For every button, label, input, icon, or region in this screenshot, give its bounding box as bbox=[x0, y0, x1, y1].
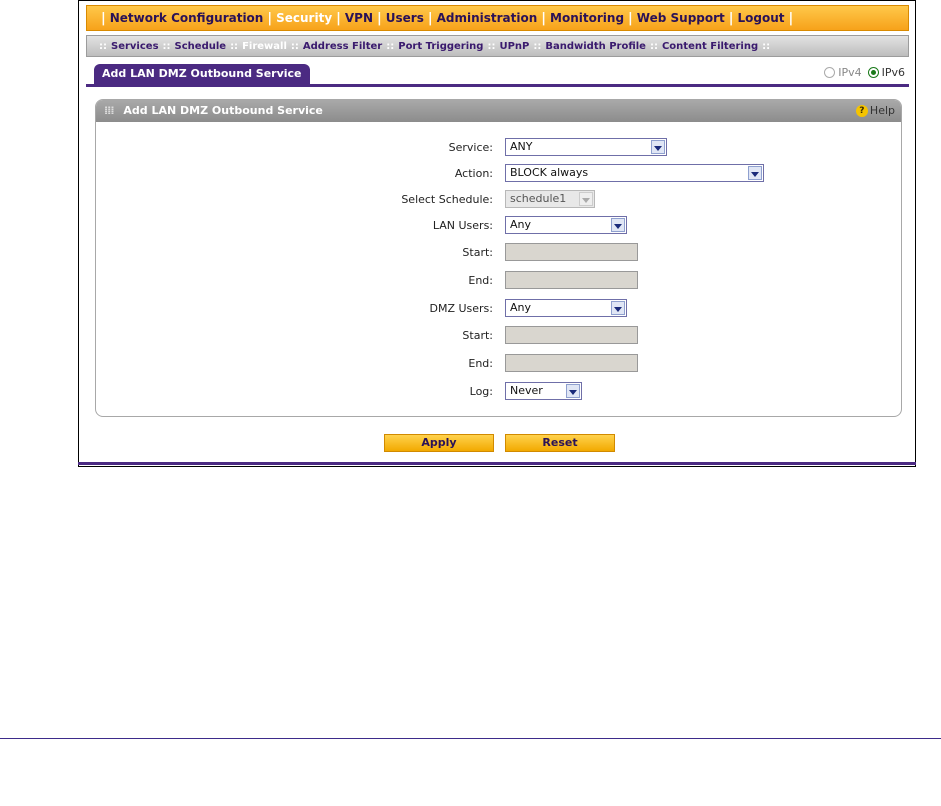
ipv4-radio[interactable] bbox=[824, 67, 836, 78]
reset-button[interactable]: Reset bbox=[505, 434, 615, 452]
help-link[interactable]: ? Help bbox=[855, 100, 895, 122]
dmz-end-label: End: bbox=[468, 357, 493, 370]
action-row: Action: BLOCK always bbox=[96, 164, 901, 184]
lan-start-input[interactable] bbox=[505, 243, 638, 261]
nav-users[interactable]: Users bbox=[386, 11, 424, 25]
dmz-start-row: Start: bbox=[96, 326, 901, 346]
dmz-users-select[interactable]: Any bbox=[505, 299, 627, 317]
add-service-panel: ⁞⁞⁞ Add LAN DMZ Outbound Service ? Help … bbox=[95, 99, 902, 417]
action-select[interactable]: BLOCK always bbox=[505, 164, 764, 182]
frame-bottom-bar bbox=[78, 462, 916, 465]
grip-icon: ⁞⁞⁞ bbox=[104, 104, 115, 117]
ipv6-radio[interactable] bbox=[867, 67, 879, 78]
chevron-down-icon bbox=[611, 301, 625, 315]
schedule-label: Select Schedule: bbox=[401, 193, 493, 206]
service-row: Service: ANY bbox=[96, 138, 901, 158]
subnav-firewall[interactable]: Firewall bbox=[242, 41, 287, 52]
subnav-address-filter[interactable]: Address Filter bbox=[303, 41, 382, 52]
tab-add-lan-dmz-outbound[interactable]: Add LAN DMZ Outbound Service bbox=[94, 64, 310, 84]
log-row: Log: Never bbox=[96, 382, 901, 402]
lan-users-label: LAN Users: bbox=[432, 219, 493, 232]
dmz-end-row: End: bbox=[96, 354, 901, 374]
sub-navigation: :: Services :: Schedule :: Firewall :: A… bbox=[86, 35, 909, 57]
tab-underline bbox=[86, 84, 909, 87]
chevron-down-icon bbox=[579, 192, 593, 206]
chevron-down-icon bbox=[611, 218, 625, 232]
ipv4-label: IPv4 bbox=[838, 66, 862, 79]
subnav-content-filtering[interactable]: Content Filtering bbox=[662, 41, 758, 52]
nav-administration[interactable]: Administration bbox=[437, 11, 538, 25]
lan-end-row: End: bbox=[96, 271, 901, 291]
schedule-select[interactable]: schedule1 bbox=[505, 190, 595, 208]
log-label: Log: bbox=[469, 385, 493, 398]
chevron-down-icon bbox=[748, 166, 762, 180]
nav-vpn[interactable]: VPN bbox=[345, 11, 373, 25]
service-select[interactable]: ANY bbox=[505, 138, 667, 156]
schedule-row: Select Schedule: schedule1 bbox=[96, 190, 901, 210]
action-label: Action: bbox=[454, 167, 493, 180]
dmz-users-row: DMZ Users: Any bbox=[96, 299, 901, 319]
dmz-start-label: Start: bbox=[462, 329, 493, 342]
subnav-schedule[interactable]: Schedule bbox=[175, 41, 227, 52]
lan-start-label: Start: bbox=[462, 246, 493, 259]
router-admin-window: | Network Configuration | Security | VPN… bbox=[78, 0, 916, 467]
nav-monitoring[interactable]: Monitoring bbox=[550, 11, 624, 25]
panel-header: ⁞⁞⁞ Add LAN DMZ Outbound Service ? Help bbox=[96, 100, 901, 122]
top-navigation: | Network Configuration | Security | VPN… bbox=[86, 5, 909, 31]
dmz-end-input[interactable] bbox=[505, 354, 638, 372]
lan-end-label: End: bbox=[468, 274, 493, 287]
dmz-start-input[interactable] bbox=[505, 326, 638, 344]
nav-web-support[interactable]: Web Support bbox=[637, 11, 725, 25]
nav-logout[interactable]: Logout bbox=[738, 11, 785, 25]
panel-title: Add LAN DMZ Outbound Service bbox=[123, 104, 323, 117]
nav-network-configuration[interactable]: Network Configuration bbox=[110, 11, 264, 25]
subnav-services[interactable]: Services bbox=[111, 41, 159, 52]
lan-start-row: Start: bbox=[96, 243, 901, 263]
lan-users-row: LAN Users: Any bbox=[96, 216, 901, 236]
dmz-users-label: DMZ Users: bbox=[429, 302, 493, 315]
subnav-upnp[interactable]: UPnP bbox=[499, 41, 529, 52]
nav-security[interactable]: Security bbox=[276, 11, 332, 25]
ip-version-selector: IPv4 IPv6 bbox=[818, 66, 905, 79]
chevron-down-icon bbox=[651, 140, 665, 154]
log-select[interactable]: Never bbox=[505, 382, 582, 400]
subnav-bandwidth-profile[interactable]: Bandwidth Profile bbox=[545, 41, 646, 52]
lan-users-select[interactable]: Any bbox=[505, 216, 627, 234]
help-icon: ? bbox=[855, 105, 868, 117]
apply-button[interactable]: Apply bbox=[384, 434, 494, 452]
chevron-down-icon bbox=[566, 384, 580, 398]
service-label: Service: bbox=[448, 141, 493, 154]
lan-end-input[interactable] bbox=[505, 271, 638, 289]
subnav-port-triggering[interactable]: Port Triggering bbox=[398, 41, 483, 52]
help-label: Help bbox=[869, 104, 895, 117]
page-footer-rule bbox=[0, 738, 941, 739]
ipv6-label: IPv6 bbox=[881, 66, 905, 79]
